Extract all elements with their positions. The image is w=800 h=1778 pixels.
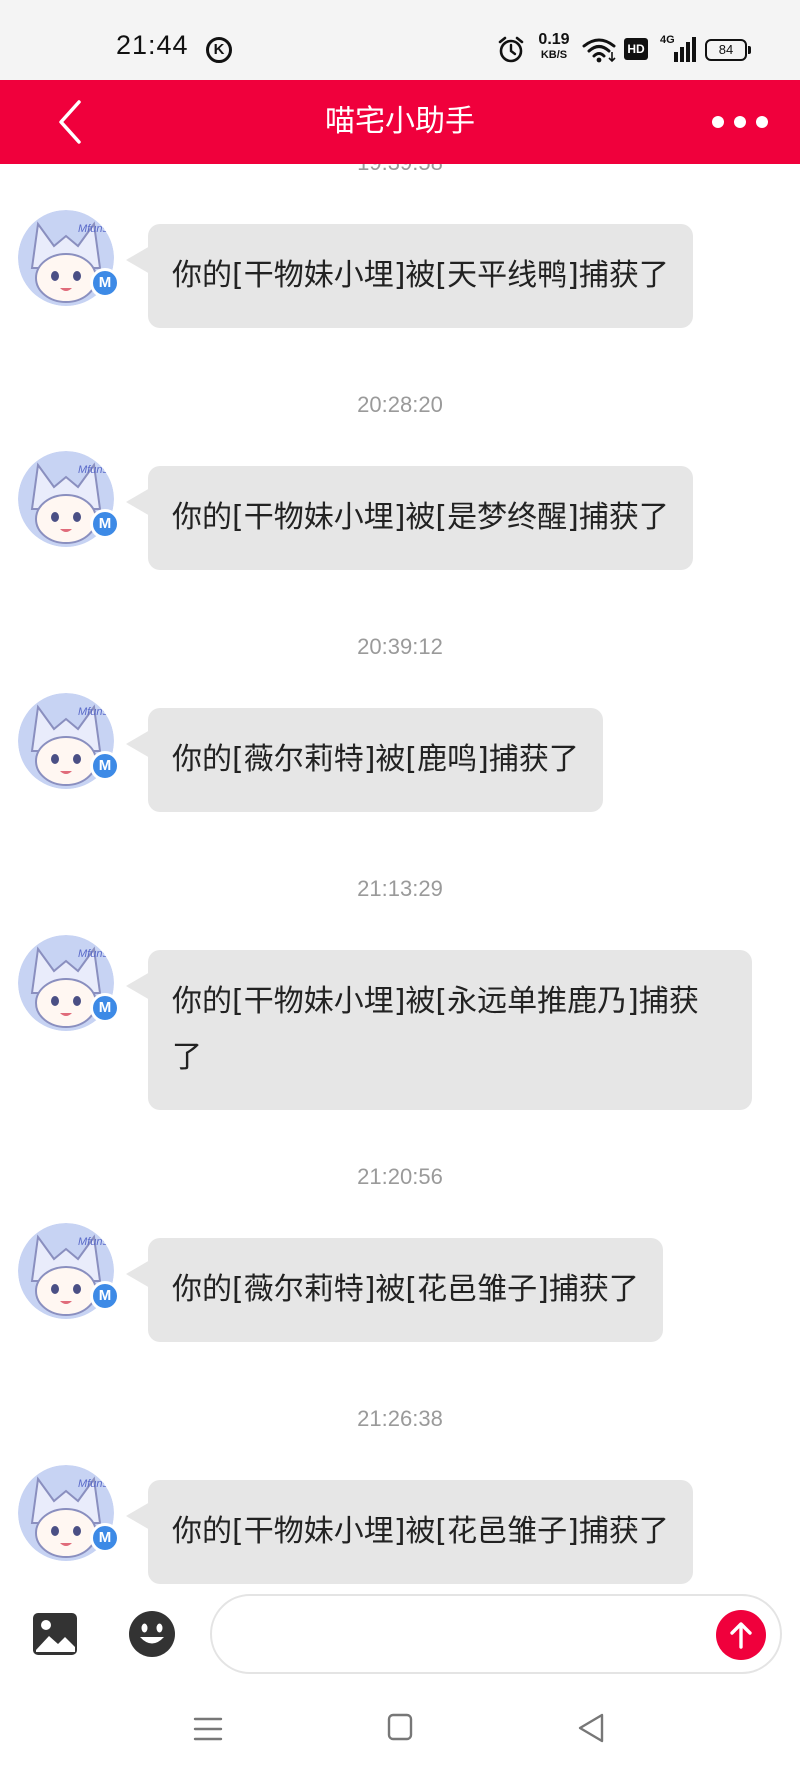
hd-badge: HD	[624, 38, 648, 60]
page-title: 喵宅小助手	[325, 104, 475, 139]
message-bubble[interactable]: 你的[干物妹小埋]被[永远单推鹿乃]捕获了	[126, 950, 752, 1110]
avatar-badge: M	[90, 751, 120, 781]
avatar[interactable]: Mfuns M	[18, 1465, 120, 1561]
avatar-badge: M	[90, 268, 120, 298]
emoji-icon[interactable]	[128, 1610, 176, 1658]
avatar-tag: Mfuns	[78, 1478, 108, 1490]
battery-icon: 84	[705, 39, 751, 61]
message-bubble[interactable]: 你的[薇尔莉特]被[鹿鸣]捕获了	[126, 708, 603, 812]
network-speed: 0.19 KB/S	[534, 32, 574, 61]
avatar-badge: M	[90, 1523, 120, 1553]
wifi-icon	[582, 38, 616, 63]
network-type-label: 4G	[660, 34, 675, 46]
chevron-left-icon	[59, 100, 81, 144]
avatar-badge: M	[90, 993, 120, 1023]
message-bubble[interactable]: 你的[干物妹小埋]被[天平线鸭]捕获了	[126, 224, 693, 328]
message-text: 你的[干物妹小埋]被[花邑雏子]捕获了	[172, 1514, 669, 1549]
message-list[interactable]: 19:39:58 Mfuns M 你的[干物妹小埋]被[天平线鸭]捕获了 20:…	[0, 164, 800, 1592]
k-app-icon: K	[206, 37, 232, 63]
chat-header: 喵宅小助手	[0, 80, 800, 164]
message-timestamp: 19:39:58	[300, 164, 500, 176]
avatar-tag: Mfuns	[78, 1236, 108, 1248]
avatar-badge: M	[90, 1281, 120, 1311]
message-bubble[interactable]: 你的[干物妹小埋]被[是梦终醒]捕获了	[126, 466, 693, 570]
message-bubble[interactable]: 你的[薇尔莉特]被[花邑雏子]捕获了	[126, 1238, 663, 1342]
arrow-up-icon	[730, 1622, 752, 1649]
more-dots-icon	[712, 116, 724, 128]
send-button[interactable]	[716, 1610, 766, 1660]
system-nav-bar	[0, 1682, 800, 1778]
message-text: 你的[薇尔莉特]被[花邑雏子]捕获了	[172, 1272, 639, 1307]
avatar[interactable]: Mfuns M	[18, 693, 120, 789]
message-timestamp: 21:20:56	[357, 1164, 443, 1189]
network-speed-value: 0.19	[538, 31, 570, 48]
message-timestamp: 21:13:29	[357, 876, 443, 901]
message-input-bar	[0, 1592, 800, 1682]
home-square-icon[interactable]	[387, 1713, 413, 1741]
avatar[interactable]: Mfuns M	[18, 451, 120, 547]
avatar[interactable]: Mfuns M	[18, 210, 120, 306]
cellular-signal-icon: 4G	[660, 34, 696, 64]
back-button[interactable]	[40, 92, 100, 152]
avatar-tag: Mfuns	[78, 223, 108, 235]
avatar-badge: M	[90, 509, 120, 539]
alarm-icon	[498, 36, 524, 63]
message-timestamp: 21:26:38	[357, 1406, 443, 1431]
message-bubble[interactable]: 你的[干物妹小埋]被[花邑雏子]捕获了	[126, 1480, 693, 1584]
avatar[interactable]: Mfuns M	[18, 935, 120, 1031]
message-text: 你的[干物妹小埋]被[永远单推鹿乃]捕获了	[172, 984, 699, 1075]
back-triangle-icon[interactable]	[576, 1712, 606, 1744]
status-time: 21:44	[116, 30, 189, 60]
message-input[interactable]	[210, 1594, 782, 1674]
avatar[interactable]: Mfuns M	[18, 1223, 120, 1319]
more-options-button[interactable]	[690, 94, 790, 150]
avatar-tag: Mfuns	[78, 706, 108, 718]
more-dots-icon	[734, 116, 746, 128]
message-text: 你的[干物妹小埋]被[天平线鸭]捕获了	[172, 258, 669, 293]
avatar-tag: Mfuns	[78, 948, 108, 960]
avatar-tag: Mfuns	[78, 464, 108, 476]
message-timestamp: 20:28:20	[357, 392, 443, 417]
message-timestamp: 20:39:12	[357, 634, 443, 659]
network-speed-unit: KB/S	[540, 49, 568, 61]
image-icon[interactable]	[32, 1612, 78, 1656]
more-dots-icon	[756, 116, 768, 128]
menu-icon[interactable]	[193, 1714, 223, 1744]
status-bar: 21:44 K 0.19 KB/S HD 4G 84	[0, 0, 800, 80]
message-text: 你的[干物妹小埋]被[是梦终醒]捕获了	[172, 500, 669, 535]
message-text: 你的[薇尔莉特]被[鹿鸣]捕获了	[172, 742, 579, 777]
